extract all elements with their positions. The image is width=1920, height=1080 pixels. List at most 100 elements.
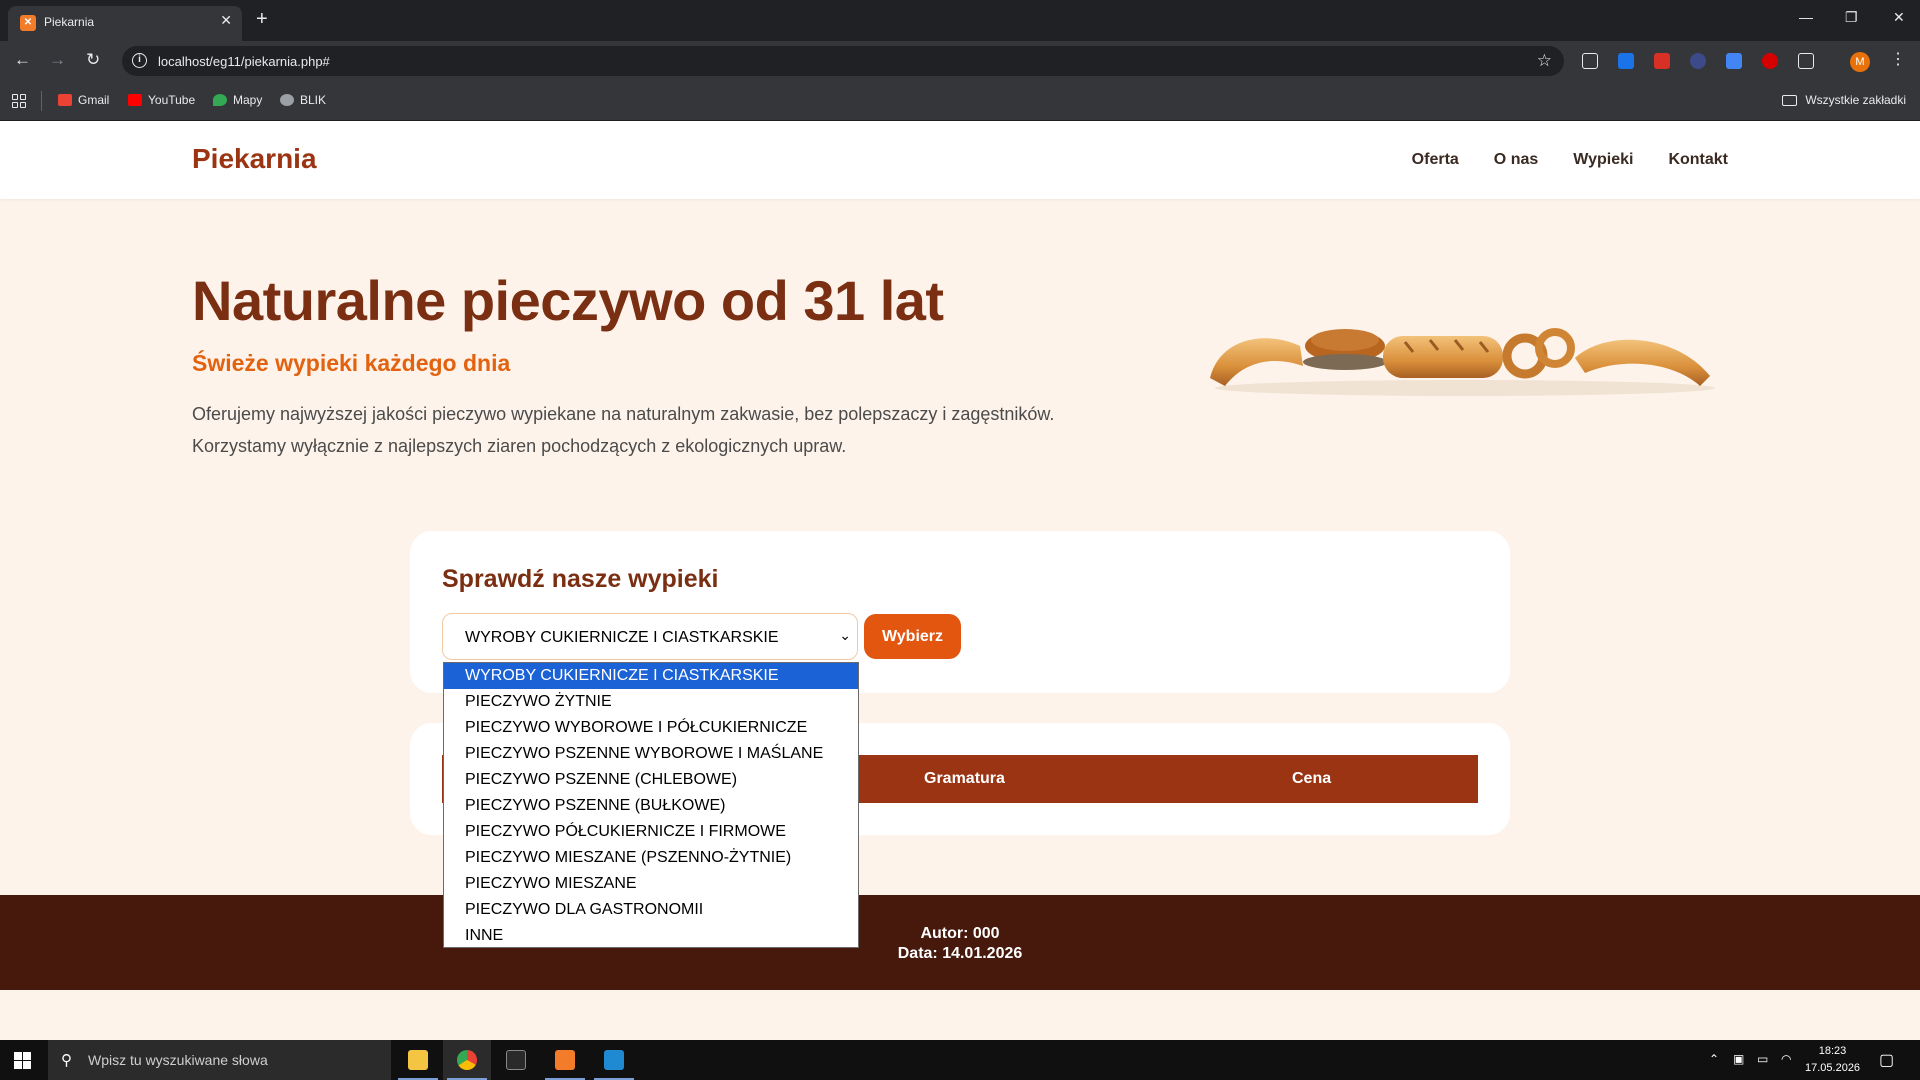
- minimize-icon[interactable]: —: [1799, 9, 1813, 25]
- bookmark-label: YouTube: [148, 93, 196, 107]
- nav-link-o-nas[interactable]: O nas: [1494, 151, 1538, 169]
- stop-hand-icon[interactable]: [1762, 53, 1778, 69]
- file-explorer-icon: [408, 1050, 428, 1070]
- hero-title: Naturalne pieczywo od 31 lat: [192, 269, 944, 332]
- taskbar-app-epic[interactable]: [492, 1040, 540, 1080]
- dropdown-option[interactable]: PIECZYWO MIESZANE (PSZENNO-ŻYTNIE): [444, 845, 858, 871]
- nav-link-wypieki[interactable]: Wypieki: [1573, 151, 1633, 169]
- site-footer: Autor: 000 Data: 14.01.2026: [0, 895, 1920, 990]
- translate-icon[interactable]: [1726, 53, 1742, 69]
- selector-title: Sprawdź nasze wypieki: [442, 565, 719, 593]
- search-icon: ⚲: [61, 1052, 72, 1069]
- url-text[interactable]: localhost/eg11/piekarnia.php#: [158, 54, 330, 69]
- taskbar-app-vscode[interactable]: [590, 1040, 638, 1080]
- epic-games-icon: [506, 1050, 526, 1070]
- dropdown-option[interactable]: PIECZYWO DLA GASTRONOMII: [444, 897, 858, 923]
- category-dropdown-list: WYROBY CUKIERNICZE I CIASTKARSKIE PIECZY…: [443, 662, 859, 948]
- youtube-icon: [128, 94, 142, 106]
- bookmarks-bar: Gmail YouTube Mapy BLIK Wszystkie zakład…: [0, 81, 1920, 121]
- divider: [41, 91, 42, 111]
- apps-grid-icon[interactable]: [12, 94, 26, 108]
- notifications-icon[interactable]: ▢: [1879, 1050, 1894, 1070]
- tab-title: Piekarnia: [44, 15, 95, 29]
- bread-assortment-image: [1210, 328, 1715, 396]
- dropdown-option[interactable]: PIECZYWO PSZENNE WYBOROWE I MAŚLANE: [444, 741, 858, 767]
- profile-avatar[interactable]: M: [1850, 52, 1870, 72]
- dropdown-option[interactable]: PIECZYWO PSZENNE (BUŁKOWE): [444, 793, 858, 819]
- windows-start-icon[interactable]: [14, 1052, 31, 1069]
- bookmark-mapy[interactable]: Mapy: [213, 93, 262, 107]
- clock-date: 17.05.2026: [1805, 1062, 1861, 1074]
- bookmark-label: Gmail: [78, 93, 110, 107]
- extensions-puzzle-icon[interactable]: [1798, 53, 1814, 69]
- extension-icon[interactable]: [1582, 53, 1598, 69]
- chrome-icon: [457, 1050, 477, 1070]
- bookmark-label: Mapy: [233, 93, 263, 107]
- bookmark-star-icon[interactable]: ☆: [1537, 51, 1552, 71]
- column-header-gramatura: Gramatura: [924, 770, 1005, 787]
- bookmark-gmail[interactable]: Gmail: [58, 93, 109, 107]
- taskbar-app-xampp[interactable]: [541, 1040, 589, 1080]
- vscode-icon: [604, 1050, 624, 1070]
- dropdown-option[interactable]: PIECZYWO PÓŁCUKIERNICZE I FIRMOWE: [444, 819, 858, 845]
- hero-text-line: Oferujemy najwyższej jakości pieczywo wy…: [192, 404, 1055, 424]
- wifi-icon[interactable]: ◠: [1781, 1052, 1791, 1066]
- select-value: WYROBY CUKIERNICZE I CIASTKARSKIE: [465, 629, 779, 646]
- extension-icon[interactable]: [1618, 53, 1634, 69]
- new-tab-button[interactable]: +: [256, 9, 268, 29]
- nav-link-oferta[interactable]: Oferta: [1412, 151, 1459, 169]
- address-bar[interactable]: i localhost/eg11/piekarnia.php# ☆: [122, 46, 1564, 76]
- taskbar-search-placeholder: Wpisz tu wyszukiwane słowa: [88, 1052, 268, 1068]
- main-nav: Oferta O nas Wypieki Kontakt: [1412, 151, 1728, 169]
- dropdown-option[interactable]: WYROBY CUKIERNICZE I CIASTKARSKIE: [444, 663, 858, 689]
- chevron-up-icon[interactable]: ⌃: [1709, 1052, 1719, 1066]
- clock-time: 18:23: [1818, 1045, 1847, 1057]
- site-info-icon[interactable]: i: [132, 53, 147, 68]
- close-window-icon[interactable]: ✕: [1893, 9, 1905, 26]
- close-tab-icon[interactable]: ✕: [220, 12, 232, 29]
- gmail-icon: [58, 94, 72, 106]
- taskbar-search[interactable]: ⚲ Wpisz tu wyszukiwane słowa: [48, 1040, 391, 1080]
- footer-date: Data: 14.01.2026: [897, 945, 1023, 962]
- bookmark-label: BLIK: [300, 93, 327, 107]
- nav-link-kontakt[interactable]: Kontakt: [1668, 151, 1728, 169]
- menu-kebab-icon[interactable]: ⋮: [1890, 49, 1906, 69]
- chevron-down-icon: ⌄: [839, 627, 851, 643]
- choose-button[interactable]: Wybierz: [864, 614, 961, 659]
- back-icon[interactable]: ←: [14, 50, 31, 70]
- dropdown-option[interactable]: PIECZYWO MIESZANE: [444, 871, 858, 897]
- all-bookmarks-label: Wszystkie zakładki: [1805, 93, 1906, 107]
- footer-author: Autor: 000: [920, 925, 1000, 942]
- dropdown-option[interactable]: PIECZYWO WYBOROWE I PÓŁCUKIERNICZE: [444, 715, 858, 741]
- dropdown-option[interactable]: INNE: [444, 923, 858, 949]
- dropdown-option[interactable]: PIECZYWO PSZENNE (CHLEBOWE): [444, 767, 858, 793]
- shield-icon[interactable]: [1654, 53, 1670, 69]
- site-logo[interactable]: Piekarnia: [192, 143, 317, 175]
- taskbar-app-chrome[interactable]: [443, 1040, 491, 1080]
- hero-text-line: Korzystamy wyłącznie z najlepszych ziare…: [192, 436, 847, 456]
- bookmark-youtube[interactable]: YouTube: [128, 93, 195, 107]
- restore-icon[interactable]: ❐: [1845, 9, 1858, 26]
- hero-description: Oferujemy najwyższej jakości pieczywo wy…: [192, 398, 1152, 462]
- extension-icon[interactable]: [1690, 53, 1706, 69]
- windows-taskbar: ⚲ Wpisz tu wyszukiwane słowa ⌃ ▣ ▭ ◠ 18:…: [0, 1040, 1920, 1080]
- meet-now-icon[interactable]: ▣: [1733, 1052, 1744, 1066]
- browser-tab[interactable]: ✕ Piekarnia ✕: [8, 6, 242, 41]
- dropdown-option[interactable]: PIECZYWO ŻYTNIE: [444, 689, 858, 715]
- battery-icon[interactable]: ▭: [1757, 1052, 1768, 1066]
- browser-tab-strip: ✕ Piekarnia ✕ + — ❐ ✕: [0, 0, 1920, 41]
- bookmark-blik[interactable]: BLIK: [280, 93, 326, 107]
- globe-icon: [280, 94, 294, 106]
- xampp-icon: [555, 1050, 575, 1070]
- folder-icon: [1782, 94, 1798, 106]
- all-bookmarks-button[interactable]: Wszystkie zakładki: [1782, 93, 1906, 107]
- browser-toolbar: ← → ↻ i localhost/eg11/piekarnia.php# ☆ …: [0, 41, 1920, 81]
- reload-icon[interactable]: ↻: [86, 50, 100, 70]
- forward-icon[interactable]: →: [49, 50, 66, 70]
- taskbar-clock[interactable]: 18:23 17.05.2026: [1805, 1043, 1860, 1077]
- taskbar-app-explorer[interactable]: [394, 1040, 442, 1080]
- hero-subtitle: Świeże wypieki każdego dnia: [192, 350, 511, 376]
- category-select[interactable]: WYROBY CUKIERNICZE I CIASTKARSKIE ⌄: [442, 613, 858, 660]
- column-header-cena: Cena: [1292, 770, 1332, 787]
- xampp-icon: ✕: [20, 15, 36, 31]
